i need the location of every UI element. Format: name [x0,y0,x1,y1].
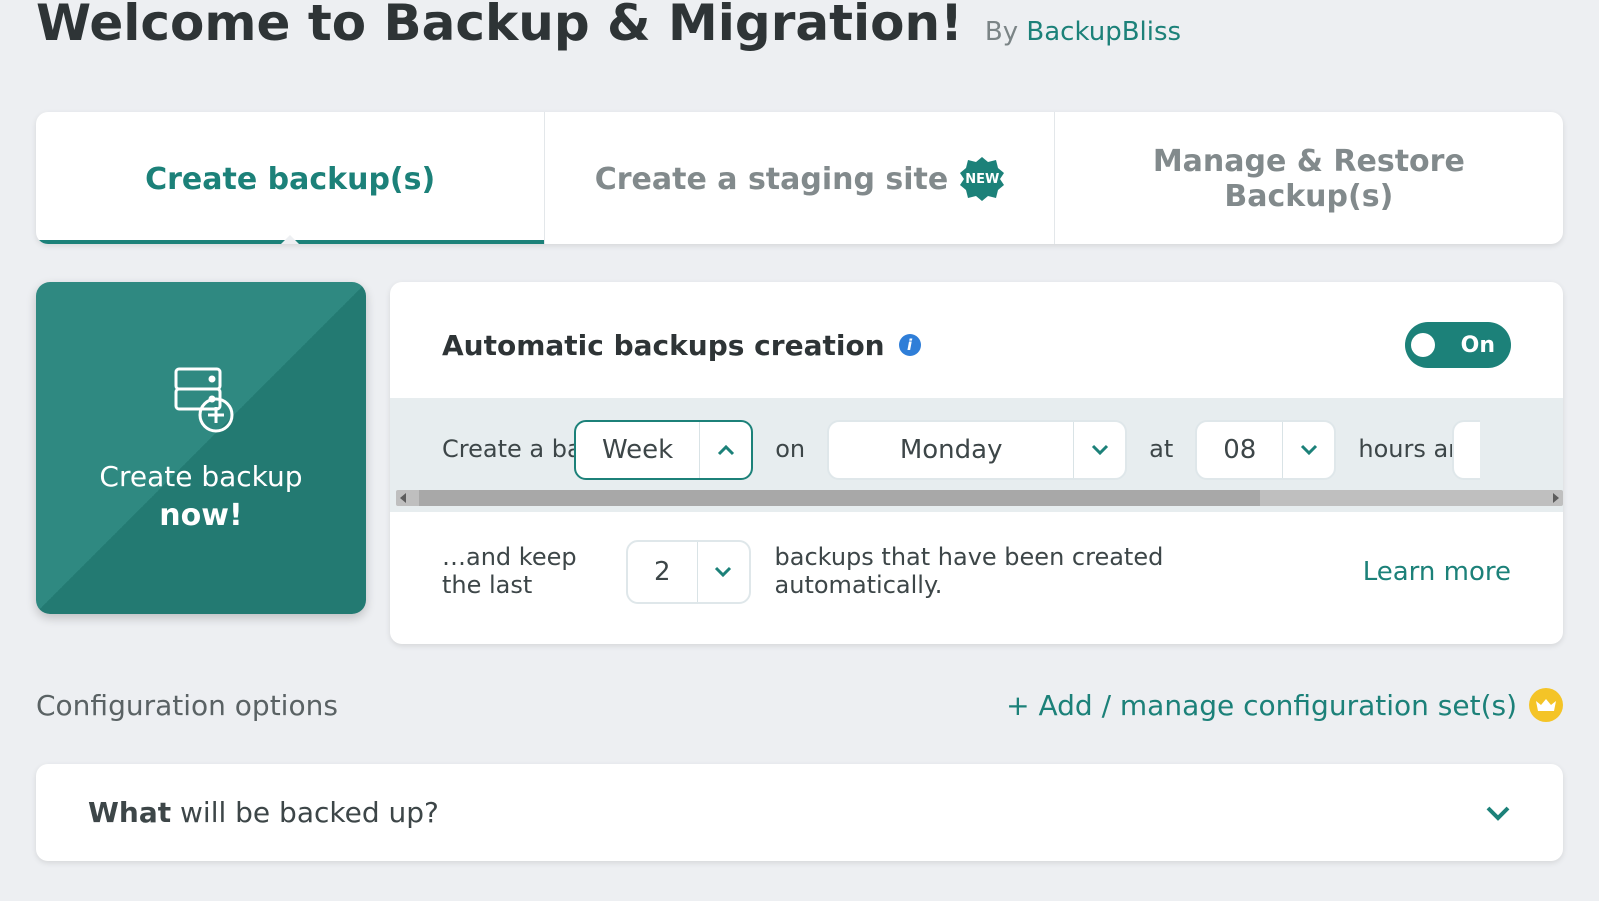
byline-brand[interactable]: BackupBliss [1026,17,1181,47]
create-now-label: Create backup now! [99,459,302,534]
tab-create-staging[interactable]: Create a staging site NEW [544,112,1053,244]
info-icon[interactable]: i [899,334,921,356]
chevron-down-icon [1282,422,1334,478]
keep-label: …and keep the last [442,544,602,599]
schedule-row: Create a backup every Week on Monday at … [390,398,1563,512]
chevron-down-icon [697,542,749,602]
hour-select[interactable]: 08 [1195,420,1336,480]
day-value: Monday [829,435,1073,465]
chevron-down-icon [1485,805,1511,821]
learn-more-link[interactable]: Learn more [1363,557,1511,587]
minute-select-partial[interactable] [1452,420,1480,480]
hour-value: 08 [1197,435,1282,465]
config-options-label: Configuration options [36,689,338,722]
on-label: on [775,436,805,464]
page-title: Welcome to Backup & Migration! [36,0,963,52]
chevron-down-icon [1073,422,1125,478]
keep-suffix: backups that have been created automatic… [775,544,1215,599]
database-plus-icon [162,361,240,439]
byline: By BackupBliss [985,17,1181,47]
every-label: Create a backup every [442,436,552,464]
auto-backup-title: Automatic backups creation [442,329,885,362]
toggle-label: On [1461,333,1495,358]
day-select[interactable]: Monday [827,420,1127,480]
tab-label: Manage & Restore Backup(s) [1067,144,1551,214]
tab-create-backups[interactable]: Create backup(s) [36,112,544,244]
hours-and-label: hours and [1358,436,1430,464]
new-badge-icon: NEW [960,157,1004,201]
tab-label: Create a staging site [595,162,949,197]
create-now-line2: now! [159,498,242,533]
keep-count-select[interactable]: 2 [626,540,751,604]
toggle-knob [1411,333,1435,357]
new-badge-text: NEW [965,172,999,187]
what-backed-up-accordion[interactable]: What will be backed up? [36,764,1563,861]
tab-manage-restore[interactable]: Manage & Restore Backup(s) [1054,112,1563,244]
tabs: Create backup(s) Create a staging site N… [36,112,1563,244]
at-label: at [1149,436,1173,464]
horizontal-scrollbar[interactable] [396,490,1563,506]
auto-backup-panel: Automatic backups creation i On Create a… [390,282,1563,644]
tab-label: Create backup(s) [145,162,435,197]
byline-prefix: By [985,17,1018,47]
accordion-bold: What [88,796,171,829]
frequency-select[interactable]: Week [574,420,753,480]
keep-value: 2 [628,557,697,587]
create-now-line1: Create backup [99,460,302,493]
frequency-value: Week [576,435,699,465]
chevron-up-icon [699,422,751,478]
crown-icon [1529,688,1563,722]
auto-backup-toggle[interactable]: On [1405,322,1511,368]
create-backup-now-button[interactable]: Create backup now! [36,282,366,614]
manage-config-text: + Add / manage configuration set(s) [1006,689,1517,722]
accordion-rest: will be backed up? [171,796,439,829]
accordion-title: What will be backed up? [88,796,439,829]
manage-config-link[interactable]: + Add / manage configuration set(s) [1006,688,1563,722]
